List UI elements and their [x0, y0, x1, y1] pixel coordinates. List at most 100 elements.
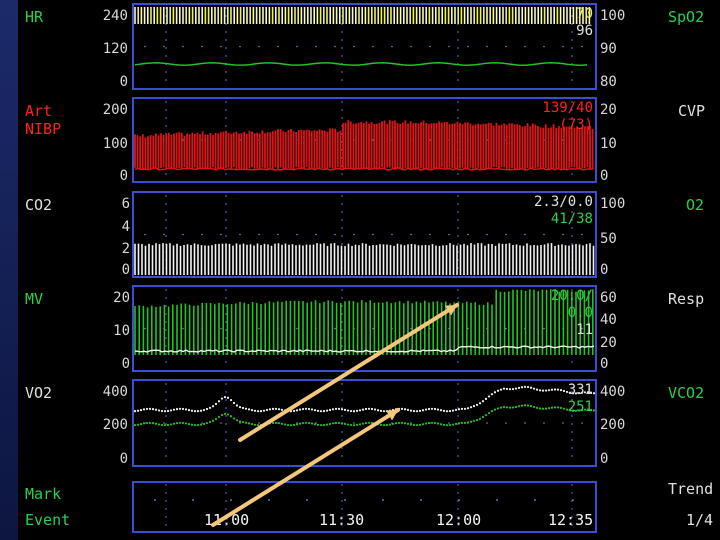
grid-dot: [182, 327, 184, 330]
vo2-trace-point: [505, 387, 509, 391]
vo2-trace-point: [154, 408, 158, 411]
grid-dot: [562, 422, 564, 424]
grid-dot: [448, 45, 450, 48]
vo2-trace-point: [421, 409, 425, 412]
event-dot: [344, 499, 346, 501]
vco2-trace-point: [142, 422, 146, 425]
grid-dot: [258, 233, 260, 236]
vco2-trace-point: [316, 423, 320, 426]
vco2-trace-point: [286, 423, 290, 427]
grid-dot: [277, 233, 279, 236]
vco2-trace-point: [511, 406, 515, 409]
vo2-trace-point: [379, 409, 383, 412]
vo2-trace-point: [172, 408, 176, 411]
vo2-trace-point: [493, 391, 497, 394]
grid-dot: [391, 45, 393, 48]
event-dot: [306, 499, 308, 501]
vo2-trace-point: [466, 407, 470, 410]
vco2-trace-point: [145, 421, 149, 425]
grid-dot: [258, 422, 260, 424]
vo2-trace-point: [328, 408, 332, 412]
vo2-trace-point: [229, 398, 233, 402]
event-dot: [458, 499, 460, 501]
vco2-trace-point: [256, 424, 260, 427]
grid-dot: [239, 45, 241, 48]
readout-2-0: 2.3/0.0: [533, 194, 593, 210]
vo2-trace-point: [337, 407, 341, 410]
grid-dot: [505, 422, 507, 424]
vo2-trace-point: [235, 404, 239, 407]
vco2-trace-point: [430, 421, 434, 424]
vo2-trace-point: [352, 410, 356, 413]
vo2-trace-point: [280, 408, 284, 411]
vo2-trace-point: [271, 407, 275, 410]
trend-traces: [133, 7, 596, 530]
vo2-trace-point: [448, 409, 452, 413]
grid-dot: [467, 233, 469, 236]
grid-dot: [296, 45, 298, 48]
vo2-trace-point: [370, 407, 374, 411]
vco2-trace-point: [190, 423, 194, 426]
vo2-trace-point: [178, 407, 182, 410]
grid-dot: [391, 233, 393, 236]
grid-dot: [372, 233, 374, 236]
vco2-trace-point: [343, 422, 347, 425]
vco2-trace-point: [253, 423, 257, 426]
vo2-trace-point: [187, 409, 191, 412]
vco2-trace-point: [229, 415, 233, 418]
grid-dot: [505, 233, 507, 236]
vo2-trace-point: [547, 389, 551, 392]
grid-dot: [296, 327, 298, 330]
vo2-trace-point: [247, 408, 251, 411]
vco2-trace-point: [391, 422, 395, 426]
vo2-trace-point: [139, 408, 143, 412]
grid-dot: [163, 45, 165, 48]
vco2-trace-point: [463, 421, 467, 424]
vco2-trace-point: [208, 420, 212, 424]
vco2-trace-point: [361, 422, 365, 425]
vo2-trace-point: [562, 389, 566, 393]
vco2-trace-point: [160, 423, 164, 427]
vco2-trace-point: [172, 422, 176, 425]
vco2-trace-point: [136, 423, 140, 426]
vo2-trace-point: [223, 396, 227, 399]
vo2-trace-point: [526, 385, 530, 389]
vo2-trace-point: [499, 388, 503, 391]
vo2-trace-point: [259, 410, 263, 413]
grid-dot: [505, 327, 507, 330]
vco2-trace-point: [490, 410, 494, 413]
vo2-trace-point: [358, 409, 362, 412]
vco2-trace-point: [562, 407, 566, 410]
vo2-trace-point: [232, 401, 236, 405]
grid-dot: [486, 233, 488, 236]
grid-dot: [410, 45, 412, 48]
vo2-trace-point: [403, 408, 407, 411]
vco2-trace-point: [352, 424, 356, 427]
vco2-trace-point: [436, 422, 440, 425]
grid-dot: [353, 422, 355, 424]
vco2-trace-point: [148, 421, 152, 424]
spo2-trace: [134, 62, 588, 66]
vco2-trace-point: [532, 405, 536, 409]
grid-dot: [182, 45, 184, 48]
grid-dot: [144, 233, 146, 236]
readout-0-0: 70: [576, 6, 593, 22]
vco2-trace-point: [277, 422, 281, 425]
vo2-trace-point: [361, 408, 365, 411]
vco2-trace-point: [382, 424, 386, 427]
vco2-trace-point: [469, 420, 473, 423]
vco2-trace-point: [313, 423, 317, 426]
vo2-trace-point: [436, 408, 440, 411]
vo2-trace-point: [487, 395, 491, 398]
vco2-trace-point: [178, 421, 182, 424]
grid-dot: [581, 422, 583, 424]
vo2-trace-point: [355, 409, 359, 413]
vo2-trace-point: [400, 407, 404, 410]
vco2-trace-point: [226, 413, 230, 416]
grid-dot: [505, 45, 507, 48]
vo2-trace-point: [478, 402, 482, 405]
vco2-trace-point: [247, 422, 251, 425]
vo2-trace-point: [313, 409, 317, 412]
vo2-trace-point: [292, 409, 296, 413]
vo2-trace-point: [196, 410, 200, 413]
